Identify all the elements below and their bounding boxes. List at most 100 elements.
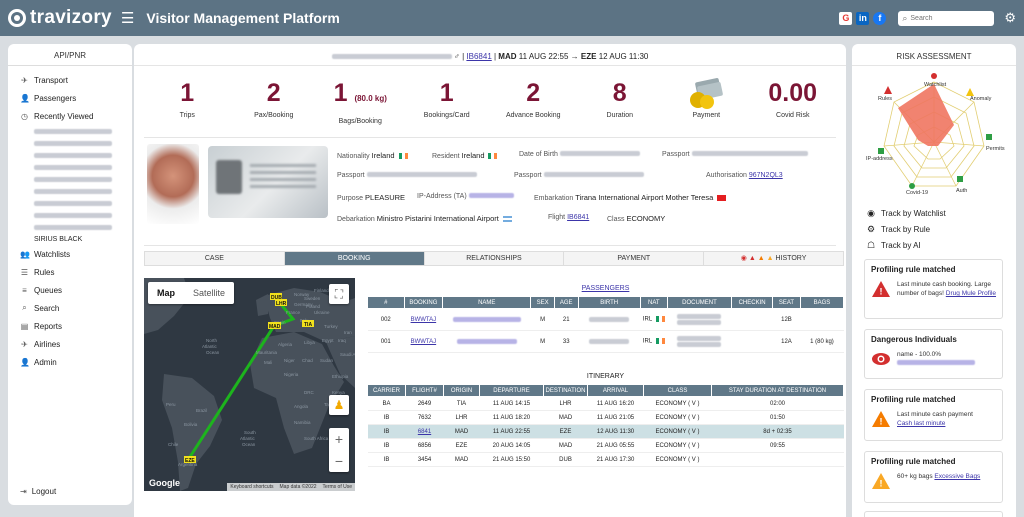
redacted-name xyxy=(34,212,112,218)
svg-text:Bolivia: Bolivia xyxy=(184,422,198,427)
redacted-name xyxy=(897,360,975,365)
sidebar-item-queues[interactable]: ≡ Queues xyxy=(8,281,132,299)
search-input[interactable] xyxy=(910,14,986,22)
track-by-ai[interactable]: ☖ Track by AI xyxy=(865,240,921,251)
svg-text:Angola: Angola xyxy=(294,404,309,409)
table-row-current[interactable]: IB 6841 MAD 11 AUG 22:55 EZE 12 AUG 11:30 ECON… xyxy=(367,424,844,439)
flight-link[interactable]: IB6841 xyxy=(466,52,491,61)
admin-icon: 👤 xyxy=(20,357,30,367)
warning-icon: ▲ xyxy=(757,255,765,262)
svg-text:North: North xyxy=(206,338,218,343)
main-panel: ♂ | IB6841 | MAD 11 AUG 22:55 → EZE 12 A… xyxy=(134,44,846,517)
sidebar-title: API/PNR xyxy=(8,44,132,66)
sidebar-item-label: Transport xyxy=(34,75,68,85)
sidebar-item-label: Watchlists xyxy=(34,249,71,259)
zoom-out-button[interactable]: − xyxy=(329,450,349,472)
table-row[interactable]: BA 2649 TIA 11 AUG 14:15 LHR 11 AUG 16:20 ECON… xyxy=(367,396,844,411)
zoom-in-button[interactable]: + xyxy=(329,428,349,450)
pegman-icon[interactable]: ♟ xyxy=(329,395,349,415)
tab-case[interactable]: CASE xyxy=(145,252,285,265)
logo[interactable]: travizory xyxy=(8,7,112,29)
tab-history[interactable]: ◉ ▲ ▲ ▲ HISTORY xyxy=(704,252,843,265)
recent-item[interactable] xyxy=(8,173,132,185)
map-toggle-satellite[interactable]: Satellite xyxy=(184,282,234,304)
sidebar-item-transport[interactable]: ✈ Transport xyxy=(8,71,132,89)
passengers-title[interactable]: PASSENGERS xyxy=(367,285,844,292)
destination-code: EZE xyxy=(580,52,597,61)
google-icon[interactable]: G xyxy=(839,11,853,25)
sidebar-item-label: Reports xyxy=(34,321,63,331)
svg-text:IP-address: IP-address xyxy=(866,156,893,162)
rule-link[interactable]: Excessive Bags xyxy=(934,473,980,480)
sidebar-item-admin[interactable]: 👤 Admin xyxy=(8,353,132,371)
svg-text:Turkey: Turkey xyxy=(324,324,338,329)
svg-text:MAD: MAD xyxy=(269,324,281,330)
purpose-field: Purpose PLEASURE xyxy=(337,193,406,202)
stat-label: Covid Risk xyxy=(776,112,810,119)
recent-item[interactable] xyxy=(8,209,132,221)
svg-text:Algeria: Algeria xyxy=(278,342,293,347)
table-row[interactable]: 002 BWWTAJ M 21 IRL 12B xyxy=(367,308,844,331)
map-attribution: Keyboard shortcuts Map data ©2022 Terms … xyxy=(227,483,355,491)
svg-text:Finland: Finland xyxy=(314,288,329,293)
booking-link[interactable]: BWWTAJ xyxy=(411,317,437,323)
airlines-icon: ✈ xyxy=(21,339,28,349)
risk-card-drug-mule: Profiling rule matched ! Last minute cas… xyxy=(864,259,1003,319)
table-row[interactable]: 001 BWWTAJ M 33 IRL 12A 1 (80 kg) xyxy=(367,330,844,353)
table-row[interactable]: IB 6856 EZE 20 AUG 14:05 MAD 21 AUG 05:55 ECON… xyxy=(367,438,844,453)
transport-icon: ✈ xyxy=(21,75,28,85)
stat-bags-booking: 1 (80.0 kg) Bags/Booking xyxy=(317,70,404,137)
recent-item[interactable] xyxy=(8,137,132,149)
recent-item[interactable] xyxy=(8,185,132,197)
flight-link[interactable]: IB6841 xyxy=(567,214,589,221)
recent-item[interactable] xyxy=(8,221,132,233)
recent-item[interactable] xyxy=(8,161,132,173)
recent-item[interactable] xyxy=(8,149,132,161)
cash-icon xyxy=(663,78,750,109)
logout-label: Logout xyxy=(31,487,57,496)
stat-label: Duration xyxy=(606,112,633,119)
tab-relationships[interactable]: RELATIONSHIPS xyxy=(424,252,565,265)
sidebar-item-rules[interactable]: ☰ Rules xyxy=(8,263,132,281)
linkedin-icon[interactable]: in xyxy=(856,11,870,25)
sidebar-item-watchlists[interactable]: 👥 Watchlists xyxy=(8,245,132,263)
flight-link[interactable]: 6841 xyxy=(418,429,431,435)
track-by-watchlist[interactable]: ◉ Track by Watchlist xyxy=(865,208,946,219)
rule-link[interactable]: Cash last minute xyxy=(897,420,945,427)
route-map[interactable]: North Atlantic Ocean South Atlantic Ocean Br… xyxy=(144,278,355,491)
sidebar-item-search[interactable]: ⌕ Search xyxy=(8,299,132,317)
authorisation-link[interactable]: 967N2QL3 xyxy=(749,172,783,179)
svg-text:Rules: Rules xyxy=(878,96,892,102)
svg-text:!: ! xyxy=(880,417,883,427)
redacted-name xyxy=(34,200,112,206)
map-toggle-map[interactable]: Map xyxy=(148,282,184,304)
warning-icon: ! xyxy=(871,280,891,298)
track-by-rule[interactable]: ⚙ Track by Rule xyxy=(865,224,930,235)
table-row[interactable]: IB 3454 MAD 21 AUG 15:50 DUB 21 AUG 17:30 ECON… xyxy=(367,452,844,467)
menu-icon[interactable]: ☰ xyxy=(121,9,134,27)
tab-payment[interactable]: PAYMENT xyxy=(564,252,705,265)
booking-link[interactable]: BWWTAJ xyxy=(411,339,437,345)
logout-button[interactable]: ⇥ Logout xyxy=(20,487,56,496)
gear-icon[interactable]: ⚙ xyxy=(1004,10,1016,26)
sidebar-item-passengers[interactable]: 👤 Passengers xyxy=(8,89,132,107)
rule-link[interactable]: Drug Mule Profile xyxy=(946,290,996,297)
svg-text:Germany: Germany xyxy=(294,302,313,307)
eye-icon: ◉ xyxy=(867,208,875,218)
tab-booking[interactable]: BOOKING xyxy=(284,252,425,265)
fullscreen-icon[interactable]: ⛶ xyxy=(329,284,349,304)
gear-icon: ⚙ xyxy=(866,224,876,234)
recent-item[interactable] xyxy=(8,197,132,209)
facebook-icon[interactable]: f xyxy=(873,11,887,25)
sidebar-item-airlines[interactable]: ✈ Airlines xyxy=(8,335,132,353)
passenger-header: ♂ | IB6841 | MAD 11 AUG 22:55 → EZE 12 A… xyxy=(134,44,846,66)
recent-item-sirius-black[interactable]: SIRIUS BLACK xyxy=(8,233,132,245)
terms-link[interactable]: Terms of Use xyxy=(323,484,352,490)
recent-item[interactable] xyxy=(8,125,132,137)
sidebar-item-reports[interactable]: ▤ Reports xyxy=(8,317,132,335)
svg-text:Iran: Iran xyxy=(344,330,352,335)
sidebar-item-recently-viewed[interactable]: ◷ Recently Viewed xyxy=(8,107,132,125)
table-row[interactable]: IB 7632 LHR 11 AUG 18:20 MAD 11 AUG 21:05 ECON… xyxy=(367,410,844,425)
keyboard-shortcuts-link[interactable]: Keyboard shortcuts xyxy=(230,484,273,490)
svg-text:Atlantic: Atlantic xyxy=(240,436,256,441)
